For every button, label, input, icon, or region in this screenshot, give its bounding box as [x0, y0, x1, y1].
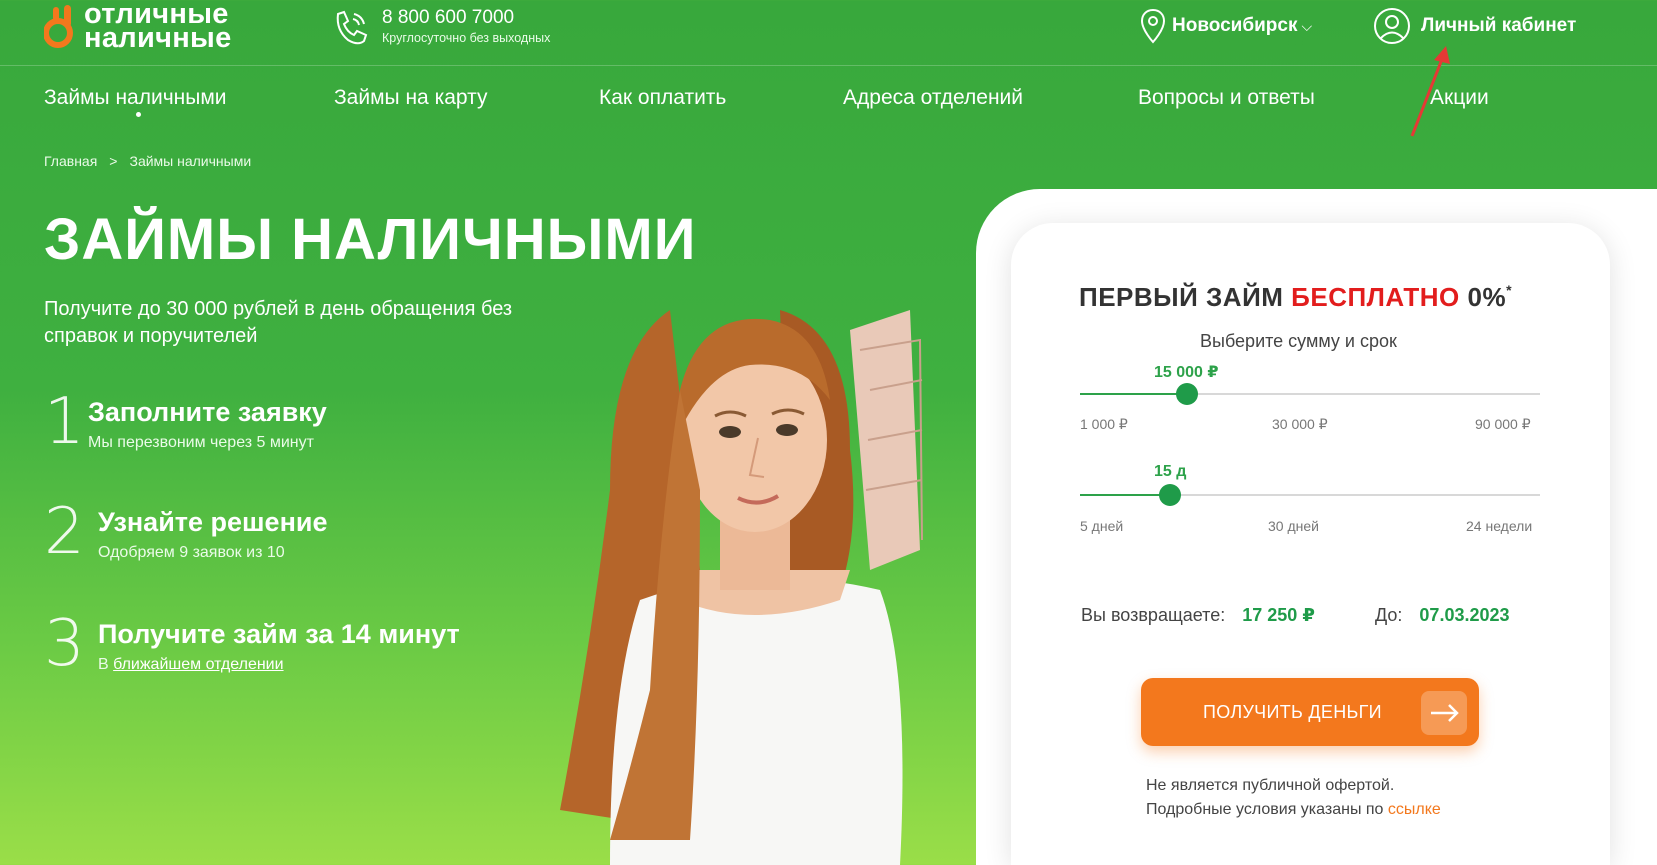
amount-slider-fill: [1080, 393, 1188, 395]
step-2: 2 Узнайте решение Одобряем 9 заявок из 1…: [44, 500, 328, 564]
phone-hours: Круглосуточно без выходных: [382, 31, 551, 45]
ok-hand-logo-icon: [44, 3, 78, 49]
disclaimer-text: Подробные условия указаны по: [1146, 801, 1384, 818]
phone-block[interactable]: 8 800 600 7000 Круглосуточно без выходны…: [328, 6, 550, 50]
disclaimer: Не является публичной офертой. Подробные…: [1146, 774, 1441, 822]
term-tick-mid: 30 дней: [1268, 518, 1319, 534]
term-slider[interactable]: [1080, 484, 1540, 506]
personal-account-label: Личный кабинет: [1421, 15, 1577, 36]
nav-active-indicator: [136, 112, 141, 117]
phone-number[interactable]: 8 800 600 7000: [382, 6, 550, 30]
return-amount: Вы возвращаете: 17 250 ₽: [1081, 605, 1315, 626]
amount-value: 15 000 ₽: [1154, 364, 1219, 381]
term-tick-min: 5 дней: [1080, 518, 1124, 534]
user-icon: [1374, 8, 1410, 44]
calculator-card: [1011, 223, 1610, 865]
disclaimer-line-2: Подробные условия указаны по ссылке: [1146, 798, 1441, 822]
amount-tick-max: 90 000 ₽: [1475, 416, 1531, 432]
due-label: До:: [1375, 605, 1403, 625]
step-number: 3: [44, 607, 85, 681]
step-3: 3 Получите займ за 14 минут В ближайшем …: [44, 612, 460, 676]
due-value: 07.03.2023: [1419, 605, 1510, 625]
step-desc-prefix: В: [98, 656, 109, 673]
nav-item-faq[interactable]: Вопросы и ответы: [1138, 86, 1315, 110]
calculator-title: ПЕРВЫЙ ЗАЙМ БЕСПЛАТНО 0%*: [1079, 282, 1512, 313]
step-number: 2: [44, 495, 85, 569]
term-tick-max: 24 недели: [1466, 518, 1533, 534]
footnote-asterisk: *: [1506, 282, 1513, 298]
calculator-title-free: БЕСПЛАТНО: [1291, 282, 1460, 312]
get-money-button[interactable]: ПОЛУЧИТЬ ДЕНЬГИ: [1141, 678, 1479, 746]
banknotes-fan: [850, 310, 923, 570]
calculator-title-percent: 0%: [1467, 282, 1507, 312]
term-slider-fill: [1080, 494, 1170, 496]
get-money-label: ПОЛУЧИТЬ ДЕНЬГИ: [1203, 702, 1382, 722]
term-value: 15 д: [1154, 463, 1187, 480]
nav-item-card-loans[interactable]: Займы на карту: [334, 86, 487, 110]
city-selector[interactable]: Новосибирск ⌵: [1140, 8, 1312, 44]
step-title: Узнайте решение: [98, 507, 328, 537]
nearest-branch-link[interactable]: ближайшем отделении: [113, 656, 283, 673]
step-number: 1: [44, 385, 85, 459]
arrow-right-icon: [1421, 691, 1467, 735]
amount-tick-mid: 30 000 ₽: [1272, 416, 1328, 432]
step-title: Получите займ за 14 минут: [98, 619, 460, 649]
nav-item-cash-loans[interactable]: Займы наличными: [44, 86, 227, 110]
logo-line-2: наличные: [84, 22, 232, 54]
amount-slider[interactable]: [1080, 383, 1540, 405]
return-label: Вы возвращаете:: [1081, 605, 1226, 625]
logo-text: отличные наличные: [84, 0, 232, 54]
hero-subtitle: Получите до 30 000 рублей в день обращен…: [44, 298, 513, 347]
nav-item-branches[interactable]: Адреса отделений: [843, 86, 1023, 110]
woman-with-money-image: [560, 310, 923, 865]
return-value: 17 250 ₽: [1242, 605, 1315, 625]
phone-icon: [336, 10, 368, 45]
breadcrumb-current: Займы наличными: [129, 153, 252, 169]
calculator-title-prefix: ПЕРВЫЙ ЗАЙМ: [1079, 282, 1284, 312]
breadcrumb-home[interactable]: Главная: [44, 153, 97, 169]
step-description: Одобряем 9 заявок из 10: [98, 544, 285, 561]
disclaimer-line-1: Не является публичной офертой.: [1146, 777, 1395, 794]
step-1: 1 Заполните заявку Мы перезвоним через 5…: [44, 390, 327, 454]
terms-link[interactable]: ссылке: [1388, 801, 1441, 818]
step-title: Заполните заявку: [88, 397, 327, 427]
step-description: В ближайшем отделении: [98, 656, 460, 674]
nav-item-how-to-pay[interactable]: Как оплатить: [599, 86, 726, 110]
location-pin-icon: [1140, 8, 1166, 44]
nav-item-promotions[interactable]: Акции: [1430, 86, 1489, 110]
amount-tick-min: 1 000 ₽: [1080, 416, 1128, 432]
page-title: ЗАЙМЫ НАЛИЧНЫМИ: [44, 207, 697, 272]
city-name: Новосибирск: [1172, 15, 1298, 36]
amount-slider-handle[interactable]: [1176, 383, 1199, 405]
breadcrumb-separator: >: [109, 153, 118, 169]
personal-account-link[interactable]: Личный кабинет: [1373, 7, 1576, 45]
logo[interactable]: отличные наличные: [44, 0, 232, 54]
breadcrumb: Главная > Займы наличными: [44, 153, 251, 169]
term-slider-handle[interactable]: [1158, 484, 1181, 506]
main-nav: Займы наличными Займы на карту Как оплат…: [44, 86, 1578, 117]
calculator-subtitle: Выберите сумму и срок: [1200, 331, 1397, 351]
chevron-down-icon: ⌵: [1301, 17, 1313, 34]
due-date: До: 07.03.2023: [1375, 605, 1510, 626]
step-description: Мы перезвоним через 5 минут: [88, 434, 314, 451]
